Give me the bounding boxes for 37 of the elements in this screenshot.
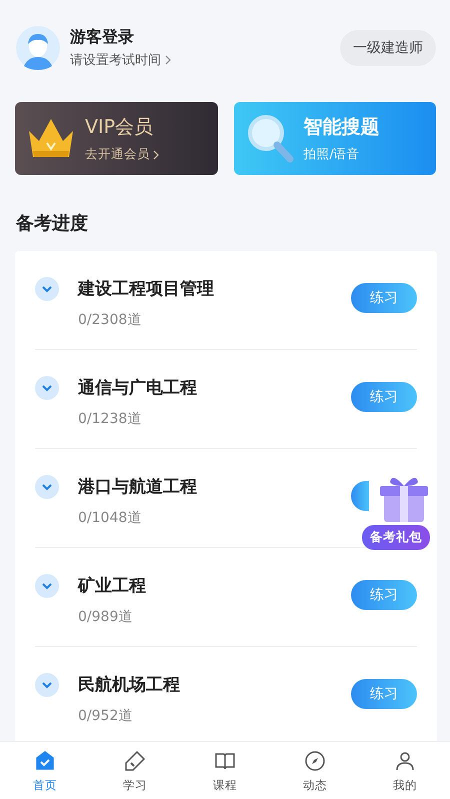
question-count: 0/1048道 (78, 509, 142, 527)
question-count: 0/1238道 (78, 410, 142, 428)
gift-pack-badge[interactable]: 备考礼包 (362, 525, 430, 550)
subject-name: 通信与广电工程 (78, 377, 198, 399)
expand-icon[interactable] (35, 574, 59, 598)
card-subtitle: 去开通会员 (85, 146, 159, 163)
practice-button[interactable] (351, 481, 369, 511)
expand-icon[interactable] (35, 277, 59, 301)
card-title: VIP会员 (85, 115, 154, 140)
card-subtitle: 拍照/语音 (304, 146, 360, 163)
section-title: 备考进度 (14, 212, 89, 236)
home-icon (33, 748, 57, 772)
card-title: 智能搜题 (304, 115, 380, 140)
nav-tab[interactable]: 动态 (270, 742, 360, 799)
nav-tab[interactable]: 首页 (0, 742, 90, 799)
question-count: 0/989道 (78, 608, 134, 626)
expand-icon[interactable] (35, 376, 59, 400)
guest-login[interactable]: 游客登录 (70, 27, 330, 48)
nav-tab[interactable]: 课程 (180, 742, 270, 799)
exam-time-link[interactable]: 请设置考试时间 (70, 51, 171, 69)
expand-icon[interactable] (35, 673, 59, 697)
exam-selector[interactable]: 一级建造师 (340, 30, 436, 66)
subject-name: 矿业工程 (78, 575, 147, 597)
subject-name: 建设工程项目管理 (78, 278, 215, 300)
compass-icon (303, 748, 327, 772)
subject-name: 港口与航道工程 (78, 476, 198, 498)
chevron-right-icon (165, 55, 171, 65)
chevron-right-icon (153, 150, 159, 160)
expand-icon[interactable] (35, 475, 59, 499)
question-count: 0/952道 (78, 707, 134, 725)
nav-tab[interactable]: 学习 (90, 742, 180, 799)
nav-tab[interactable]: 我的 (360, 742, 450, 799)
question-count: 0/2308道 (78, 311, 142, 329)
pencil-icon (123, 748, 147, 772)
avatar-icon (16, 26, 60, 70)
subject-name: 民航机场工程 (78, 674, 181, 696)
vip-card[interactable]: VIP会员 去开通会员 (15, 102, 218, 175)
